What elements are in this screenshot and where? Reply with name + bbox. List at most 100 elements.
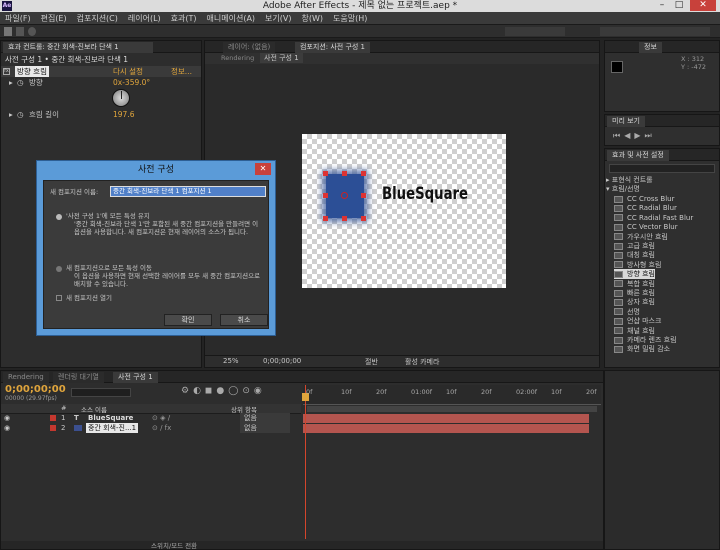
tab-info[interactable]: 정보 [639, 42, 662, 53]
tab-preview[interactable]: 미리 보기 [607, 116, 645, 127]
timeline-search-input[interactable] [71, 388, 131, 397]
tab-effect-controls[interactable]: 효과 컨트롤: 중간 회색-진보라 단색 1 [3, 42, 153, 53]
menu-effect[interactable]: 효과(T) [166, 12, 202, 25]
expand-arrow-icon[interactable]: ▸ [9, 77, 13, 88]
tab-render-queue[interactable]: 렌더링 대기열 [53, 372, 104, 383]
comp-name-input[interactable]: 중간 회색-진보라 단색 1 컴포지션 1 [110, 186, 266, 197]
expand-arrow-icon[interactable]: ▸ [606, 176, 610, 184]
effect-name: 빠른 흐림 [627, 289, 655, 297]
fx-toggle-icon[interactable]: fx [3, 68, 10, 75]
menu-layer[interactable]: 레이어(L) [123, 12, 166, 25]
hand-tool-icon[interactable] [16, 27, 24, 36]
handle[interactable] [361, 193, 366, 198]
menu-edit[interactable]: 편집(E) [36, 12, 72, 25]
timeline-switch-icons[interactable]: ⚙◐◼●◯⊙◉ [181, 386, 266, 396]
camera-select[interactable]: 활성 카메라 [405, 357, 439, 367]
viewer-timecode[interactable]: 0;00;00;00 [263, 357, 301, 365]
maximize-icon[interactable]: □ [672, 0, 686, 11]
zoom-tool-icon[interactable] [28, 27, 36, 36]
zoom-select[interactable]: 25% [223, 357, 239, 365]
parent-select[interactable]: 없음 [240, 423, 290, 433]
handle[interactable] [342, 171, 347, 176]
layer-name[interactable]: 중간 회색-진...1 [86, 423, 139, 433]
layer-switches[interactable]: ⊙ ◈ / [152, 413, 170, 423]
info-x: X : 312 [681, 55, 705, 63]
dialog-close-icon[interactable]: ✕ [255, 163, 271, 175]
layer-bar-1[interactable] [303, 414, 589, 423]
current-time-indicator[interactable] [305, 385, 306, 539]
handle[interactable] [361, 216, 366, 221]
bluesquare-text-layer[interactable]: BlueSquare [382, 184, 468, 204]
open-comp-label[interactable]: 새 컴포지션 열기 [66, 294, 112, 302]
cancel-button[interactable]: 취소 [220, 314, 268, 326]
collapse-arrow-icon[interactable]: ▾ [606, 185, 610, 193]
menu-composition[interactable]: 컴포지션(C) [72, 12, 123, 25]
layer-label-color[interactable] [50, 415, 56, 421]
timeline-timecode[interactable]: 0;00;00;00 [5, 384, 66, 395]
handle[interactable] [323, 193, 328, 198]
layer-row-2[interactable]: ◉ 2 중간 회색-진...1 ⊙ / fx 없음 [0, 423, 300, 433]
effect-name: 채널 흐림 [627, 326, 655, 335]
fx-name[interactable]: 방향 흐림 [15, 66, 49, 77]
direction-value[interactable]: 0x-359.0° [113, 77, 150, 88]
handle[interactable] [323, 216, 328, 221]
effect-name: 화면 밀림 감소 [627, 345, 671, 354]
layer-label-color[interactable] [50, 425, 56, 431]
handle[interactable] [342, 216, 347, 221]
preview-controls[interactable]: ⏮◀▶⏭ [613, 131, 656, 141]
blur-length-value[interactable]: 197.6 [113, 109, 134, 120]
tab-effects-presets[interactable]: 효과 및 사전 설정 [607, 150, 669, 161]
composition-canvas[interactable]: BlueSquare [302, 134, 506, 288]
stopwatch-icon[interactable]: ◷ [17, 109, 24, 120]
radio-keep-attributes[interactable] [56, 214, 62, 220]
menu-view[interactable]: 보기(V) [260, 12, 296, 25]
search-help-field[interactable] [600, 27, 710, 36]
category-blur-sharpen[interactable]: 흐림/선명 [612, 185, 640, 193]
parent-select[interactable]: 없음 [240, 413, 290, 423]
fx-about-link[interactable]: 정보... [171, 66, 192, 77]
menu-animation[interactable]: 애니메이션(A) [202, 12, 261, 25]
work-area-bar[interactable] [307, 406, 597, 412]
effect-name: 복합 흐림 [627, 279, 655, 288]
col-num: # [61, 404, 67, 412]
stopwatch-icon[interactable]: ◷ [17, 77, 24, 88]
tab-composition[interactable]: 컴포지션: 사전 구성 1 [295, 42, 371, 53]
layer-row-1[interactable]: ◉ 1 T BlueSquare ⊙ ◈ / 없음 [0, 413, 300, 423]
visibility-eye-icon[interactable]: ◉ [4, 423, 10, 433]
handle[interactable] [361, 171, 366, 176]
menu-help[interactable]: 도움말(H) [328, 12, 372, 25]
visibility-eye-icon[interactable]: ◉ [4, 413, 10, 423]
handle[interactable] [323, 171, 328, 176]
option-move-title[interactable]: 새 컴포지션으로 모든 특성 이동 [66, 264, 152, 272]
selection-tool-icon[interactable] [4, 27, 12, 36]
fx-reset-link[interactable]: 다시 설정 [113, 66, 143, 77]
timeline-fps: 00000 (29.97fps) [5, 395, 57, 402]
layer-name[interactable]: BlueSquare [88, 413, 133, 423]
effects-search-input[interactable] [609, 164, 715, 173]
anchor-point-icon[interactable] [341, 192, 348, 199]
menu-window[interactable]: 창(W) [296, 12, 328, 25]
tab-rendering[interactable]: Rendering [3, 372, 49, 383]
radio-move-attributes[interactable] [56, 266, 62, 272]
open-comp-checkbox[interactable] [56, 295, 62, 301]
tab-layer[interactable]: 레이어: (없음) [223, 42, 276, 53]
option-keep-title[interactable]: '사전 구성 1'에 모든 특성 유지 [66, 212, 150, 220]
layer-bar-2[interactable] [303, 424, 589, 433]
toggle-switches-modes[interactable]: 스위치/모드 전환 [151, 540, 197, 550]
effect-item[interactable]: 화면 밀림 감소 [614, 344, 670, 354]
direction-dial[interactable] [112, 89, 130, 107]
close-window-icon[interactable]: ✕ [690, 0, 716, 11]
ok-button[interactable]: 확인 [164, 314, 212, 326]
menu-file[interactable]: 파일(F) [0, 12, 36, 25]
ruler-label: 20f [586, 388, 597, 396]
workspace-select[interactable] [505, 27, 565, 36]
comp-nav-tab[interactable]: 사전 구성 1 [260, 53, 303, 63]
effect-name: 방사형 흐림 [627, 260, 662, 269]
resolution-select[interactable]: 절반 [365, 357, 378, 367]
layer-switches[interactable]: ⊙ / fx [152, 423, 171, 433]
expand-arrow-icon[interactable]: ▸ [9, 109, 13, 120]
tab-timeline-comp[interactable]: 사전 구성 1 [113, 372, 158, 383]
ruler-label: 10f [551, 388, 562, 396]
category-expression-controls[interactable]: 표현식 컨트롤 [612, 176, 653, 184]
minimize-icon[interactable]: – [655, 0, 669, 11]
